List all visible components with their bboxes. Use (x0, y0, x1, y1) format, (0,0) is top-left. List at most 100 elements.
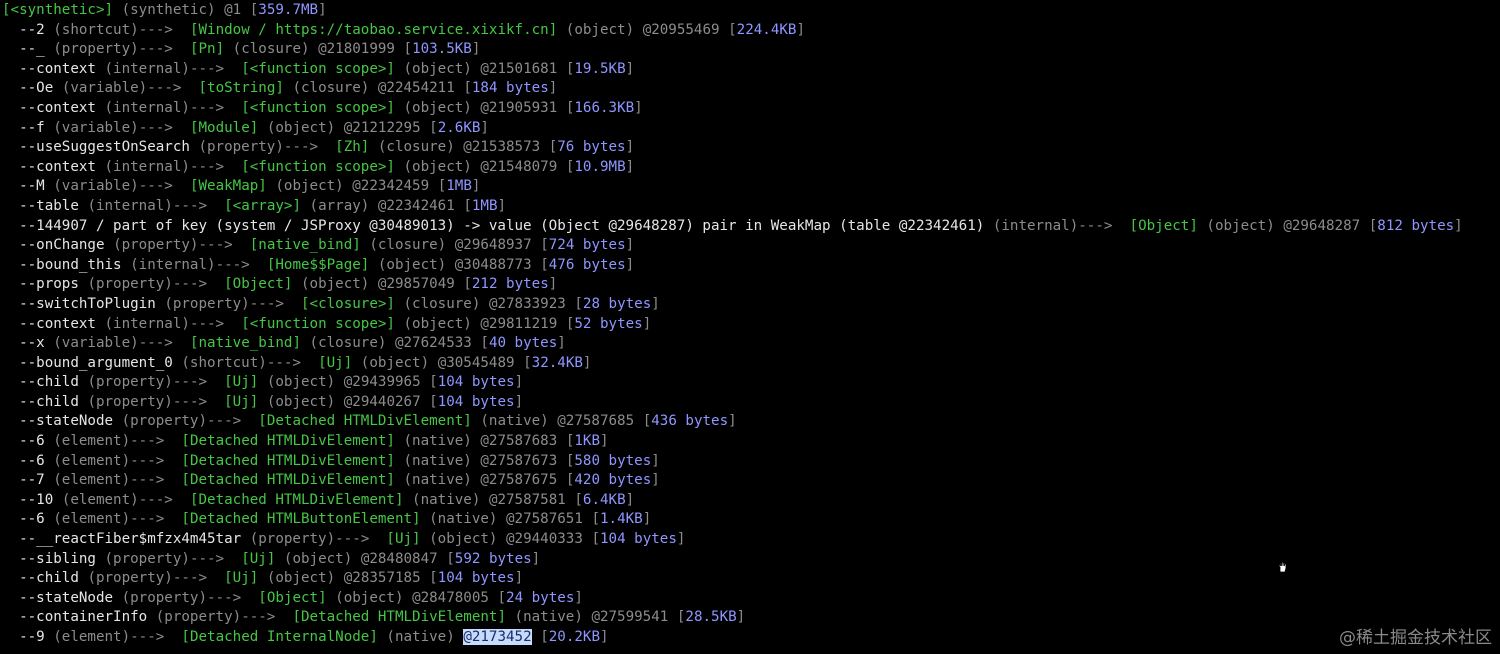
edge-arrow: ---> (198, 237, 233, 254)
edge-type: (property) (87, 393, 173, 410)
node-size: 28.5KB (685, 609, 737, 626)
edge-type: (internal) (104, 99, 190, 116)
row-prefix: -- (2, 197, 37, 214)
node-label: [Detached HTMLDivElement] (258, 413, 472, 430)
edge-name: 6 (36, 511, 45, 528)
node-kind: (array) (309, 197, 370, 214)
node-id: @22342459 (352, 178, 430, 195)
node-label: [<array>] (224, 197, 301, 214)
node-id: @21538573 (463, 139, 541, 156)
node-kind: (native) (403, 472, 472, 489)
retainer-row: --x (variable)---> [native_bind] (closur… (2, 335, 566, 352)
retainer-path-list: -- 2 (shortcut) ---> [Window / https://tao… (2, 21, 1498, 648)
node-id: @27587683 (480, 433, 558, 450)
node-kind: (closure) (369, 237, 447, 254)
edge-arrow: ---> (130, 472, 165, 489)
node-size: 104 bytes (437, 393, 515, 410)
node-id: @27587673 (480, 452, 558, 469)
edge-name: bound_this (36, 256, 122, 273)
root-id: @1 (224, 2, 242, 18)
node-id: @29439965 (343, 374, 421, 391)
edge-arrow: ---> (1078, 217, 1113, 234)
edge-name: 9 (36, 629, 45, 645)
edge-name: _ (36, 41, 45, 58)
node-kind: (closure) (377, 139, 455, 156)
node-size: 224.4KB (736, 21, 797, 38)
node-label: [Detached HTMLDivElement] (181, 452, 395, 469)
edge-name: context (36, 99, 96, 116)
node-size: 76 bytes (557, 139, 626, 156)
row-prefix: -- (2, 354, 37, 371)
node-size: 32.4KB (531, 354, 583, 371)
edge-arrow: ---> (172, 276, 208, 293)
node-kind: (native) (386, 629, 455, 645)
retainer-row: --context (internal)---> [<function scop… (2, 99, 643, 116)
edge-arrow: ---> (207, 589, 242, 606)
row-prefix: -- (2, 139, 37, 156)
node-label: [Uj] (224, 393, 259, 410)
node-label: [Uj] (241, 550, 276, 567)
edge-arrow: ---> (249, 295, 284, 312)
edge-name: 144907 / part of key (system / JSProxy @… (36, 217, 985, 234)
node-size: 812 bytes (1377, 217, 1455, 234)
row-prefix: -- (2, 491, 37, 508)
node-id[interactable]: @2173452 (463, 629, 532, 645)
edge-name: switchToPlugin (36, 295, 156, 312)
retainer-row: --table (internal)---> [<array>] (array)… (2, 197, 507, 214)
node-label: [<function scope>] (241, 315, 395, 332)
edge-type: (property) (198, 139, 284, 156)
edge-type: (element) (53, 452, 131, 469)
edge-arrow: ---> (130, 433, 165, 450)
edge-name: bound_argument_0 (36, 354, 173, 371)
retainer-row: --context (internal)---> [<function scop… (2, 60, 635, 77)
edge-arrow: ---> (130, 452, 165, 469)
watermark: @稀土掘金技术社区 (1339, 628, 1492, 648)
edge-arrow: ---> (207, 413, 242, 430)
row-prefix: -- (2, 433, 37, 450)
retainer-row: --f (variable)---> [Module] (object) @21… (2, 119, 489, 136)
node-id: @21801999 (318, 41, 395, 58)
retainer-row: --sibling (property)---> [Uj] (object) @… (2, 550, 541, 567)
edge-type: (property) (53, 41, 139, 58)
edge-arrow: ---> (189, 60, 225, 77)
node-label: [<function scope>] (241, 60, 395, 77)
node-id: @21501681 (480, 60, 558, 77)
node-id: @29811219 (480, 315, 558, 332)
edge-name: table (36, 197, 79, 214)
node-label: [toString] (198, 80, 284, 97)
row-prefix: -- (2, 80, 37, 97)
edge-arrow: ---> (138, 491, 173, 508)
retainer-row: --onChange (property)---> [native_bind] … (2, 237, 635, 254)
retainer-row: --_ (property)---> [Pn] (closure) @21801… (2, 41, 481, 58)
retainer-row: --9 (element)---> [Detached InternalNode… (2, 629, 609, 645)
edge-arrow: ---> (172, 570, 208, 587)
node-label: [Uj] (224, 374, 259, 391)
node-size: 1KB (574, 433, 600, 450)
row-prefix: -- (2, 158, 37, 175)
edge-name: useSuggestOnSearch (36, 139, 190, 156)
row-prefix: -- (2, 295, 37, 312)
node-size: 436 bytes (651, 413, 729, 430)
node-id: @27599541 (591, 609, 669, 626)
node-kind: (native) (514, 609, 583, 626)
node-kind: (object) (266, 374, 336, 391)
node-size: 6.4KB (582, 491, 626, 508)
node-label: [Detached HTMLDivElement] (181, 433, 395, 450)
edge-type: (variable) (53, 335, 139, 352)
node-id: @22454211 (377, 80, 455, 97)
edge-name: 10 (36, 491, 54, 508)
edge-type: (property) (155, 609, 242, 626)
edge-name: x (36, 335, 45, 352)
node-id: @30488773 (454, 256, 532, 273)
row-prefix: -- (2, 237, 37, 254)
edge-name: onChange (36, 237, 105, 254)
node-size: 1.4KB (599, 511, 643, 528)
node-kind: (native) (429, 511, 498, 528)
row-prefix: -- (2, 413, 37, 430)
edge-name: context (36, 60, 96, 77)
node-kind: (object) (403, 99, 472, 116)
edge-type: (element) (61, 491, 139, 508)
retainer-row: --Oe (variable)---> [toString] (closure)… (2, 80, 558, 97)
node-label: [Pn] (189, 41, 225, 58)
row-prefix: -- (2, 609, 37, 626)
